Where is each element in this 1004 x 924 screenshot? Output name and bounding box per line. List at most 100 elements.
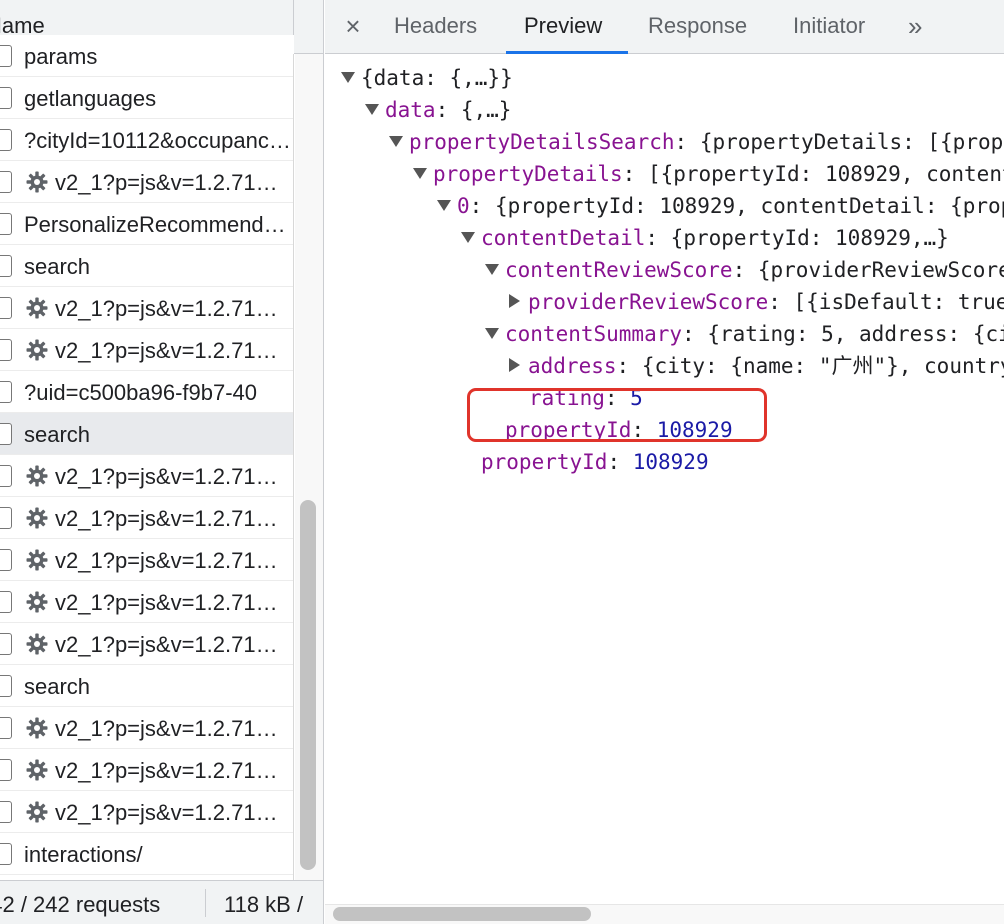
request-row-checkbox[interactable]	[0, 87, 12, 109]
tab-response[interactable]: Response	[648, 13, 747, 39]
json-line[interactable]: {data: {,…}}	[341, 62, 513, 94]
close-details-button[interactable]: ×	[339, 10, 367, 42]
request-name: v2_1?p=js&v=1.2.71&t=1	[55, 464, 292, 489]
request-row-checkbox[interactable]	[0, 171, 12, 193]
request-name: v2_1?p=js&v=1.2.71&t=1	[55, 716, 292, 741]
json-line: propertyId: 108929	[481, 446, 709, 478]
tab-initiator[interactable]: Initiator	[793, 13, 865, 39]
request-row[interactable]: ?cityId=10112&occupancy=1	[0, 119, 294, 161]
request-name: getlanguages	[24, 86, 157, 111]
json-separator: :	[645, 226, 671, 250]
json-key: providerReviewScore	[528, 290, 769, 314]
json-number-value: 108929	[632, 450, 709, 474]
expand-triangle-icon[interactable]	[341, 71, 355, 83]
more-tabs-chevron-icon[interactable]: »	[908, 11, 923, 42]
json-line[interactable]: contentSummary: {rating: 5, address: {ci…	[485, 318, 1004, 350]
json-value: {rating: 5, address: {city: {name: "广州"}…	[707, 322, 1004, 346]
request-row-checkbox[interactable]	[0, 339, 12, 361]
tab-preview[interactable]: Preview	[524, 13, 602, 39]
json-value: [{propertyId: 108929, contentDetail: {pr…	[647, 162, 1004, 186]
request-row-checkbox[interactable]	[0, 45, 12, 67]
request-row[interactable]: v2_1?p=js&v=1.2.71&t=1	[0, 287, 294, 329]
json-line[interactable]: providerReviewScore: [{isDefault: true,……	[509, 286, 1004, 318]
expand-triangle-icon[interactable]	[461, 231, 475, 243]
expand-triangle-icon[interactable]	[485, 327, 499, 339]
request-row[interactable]: v2_1?p=js&v=1.2.71&t=1	[0, 791, 294, 833]
request-row[interactable]: v2_1?p=js&v=1.2.71&t=1	[0, 539, 294, 581]
tab-headers[interactable]: Headers	[394, 13, 477, 39]
request-row-checkbox[interactable]	[0, 759, 12, 781]
request-row-checkbox[interactable]	[0, 129, 12, 151]
gear-icon	[25, 716, 49, 740]
json-line[interactable]: propertyDetailsSearch: {propertyDetails:…	[389, 126, 1004, 158]
request-row[interactable]: getlanguages	[0, 77, 294, 119]
request-name: v2_1?p=js&v=1.2.71&t=1	[55, 632, 292, 657]
gear-icon	[25, 170, 49, 194]
preview-horizontal-scrollbar-thumb[interactable]	[333, 907, 591, 921]
json-key: contentDetail	[481, 226, 646, 250]
request-row[interactable]: search	[0, 665, 294, 707]
json-key: propertyDetailsSearch	[409, 130, 675, 154]
json-preview-tree: {data: {,…}} data: {,…} propertyDetailsSea…	[325, 54, 1004, 904]
request-row[interactable]: search	[0, 413, 294, 455]
json-value: {city: {name: "广州"}, country: {…}}	[641, 354, 1004, 378]
request-row[interactable]: params	[0, 35, 294, 77]
request-row-checkbox[interactable]	[0, 843, 12, 865]
request-row-checkbox[interactable]	[0, 549, 12, 571]
json-key: propertyDetails	[433, 162, 623, 186]
request-count: 242 / 242 requests	[0, 892, 161, 917]
expand-triangle-icon[interactable]	[437, 199, 451, 211]
gear-icon	[25, 506, 49, 530]
request-name: v2_1?p=js&v=1.2.71&t=1	[55, 548, 292, 573]
request-row[interactable]: v2_1?p=js&v=1.2.71&t=1	[0, 581, 294, 623]
request-row-checkbox[interactable]	[0, 465, 12, 487]
request-row-checkbox[interactable]	[0, 801, 12, 823]
request-row-checkbox[interactable]	[0, 213, 12, 235]
request-row[interactable]: ?uid=c500ba96-f9b7-40	[0, 371, 294, 413]
request-row-checkbox[interactable]	[0, 591, 12, 613]
request-row[interactable]: search	[0, 245, 294, 287]
expand-triangle-icon[interactable]	[365, 103, 379, 115]
request-name: params	[24, 44, 98, 69]
collapse-triangle-icon[interactable]	[509, 358, 520, 372]
request-row-checkbox[interactable]	[0, 675, 12, 697]
json-key: address	[528, 354, 617, 378]
json-line[interactable]: data: {,…}	[365, 94, 511, 126]
json-value: {providerReviewScore: [{isDefault: true,…	[757, 258, 1004, 282]
gear-icon	[25, 464, 49, 488]
request-rows: params getlanguages ?cityId=10112&occupanc…	[0, 35, 294, 875]
request-row-checkbox[interactable]	[0, 381, 12, 403]
request-name: search	[24, 674, 91, 699]
request-row[interactable]: v2_1?p=js&v=1.2.71&t=1	[0, 749, 294, 791]
list-right-border	[293, 54, 294, 880]
request-row-checkbox[interactable]	[0, 507, 12, 529]
request-row[interactable]: v2_1?p=js&v=1.2.71&t=1	[0, 623, 294, 665]
request-row[interactable]: v2_1?p=js&v=1.2.71&t=1	[0, 329, 294, 371]
transferred-size: 118 kB /	[224, 892, 304, 917]
request-row[interactable]: PersonalizeRecommendations	[0, 203, 294, 245]
details-tab-bar: × Headers Preview Response Initiator »	[325, 0, 1004, 54]
request-row-checkbox[interactable]	[0, 297, 12, 319]
request-row[interactable]: v2_1?p=js&v=1.2.71&t=1	[0, 497, 294, 539]
request-row-checkbox[interactable]	[0, 633, 12, 655]
json-line[interactable]: contentDetail: {propertyId: 108929,…}	[461, 222, 949, 254]
json-separator: :	[732, 258, 758, 282]
json-line[interactable]: 0: {propertyId: 108929, contentDetail: {…	[437, 190, 1004, 222]
expand-triangle-icon[interactable]	[413, 167, 427, 179]
expand-triangle-icon[interactable]	[485, 263, 499, 275]
json-line[interactable]: address: {city: {name: "广州"}, country: {…	[509, 350, 1004, 382]
request-row[interactable]: v2_1?p=js&v=1.2.71&t=1	[0, 455, 294, 497]
request-row[interactable]: v2_1?p=js&v=1.2.71&t=1	[0, 707, 294, 749]
request-row-checkbox[interactable]	[0, 717, 12, 739]
json-line[interactable]: contentReviewScore: {providerReviewScore…	[485, 254, 1004, 286]
json-key: propertyId	[481, 450, 608, 474]
collapse-triangle-icon[interactable]	[509, 294, 520, 308]
request-row-checkbox[interactable]	[0, 423, 12, 445]
network-status-bar: 242 / 242 requests 118 kB /	[0, 880, 323, 924]
expand-triangle-icon[interactable]	[389, 135, 403, 147]
request-row[interactable]: interactions/	[0, 833, 294, 875]
request-row[interactable]: v2_1?p=js&v=1.2.71&t=1	[0, 161, 294, 203]
request-list-scrollbar-thumb[interactable]	[300, 500, 316, 870]
request-row-checkbox[interactable]	[0, 255, 12, 277]
json-line[interactable]: propertyDetails: [{propertyId: 108929, c…	[413, 158, 1004, 190]
